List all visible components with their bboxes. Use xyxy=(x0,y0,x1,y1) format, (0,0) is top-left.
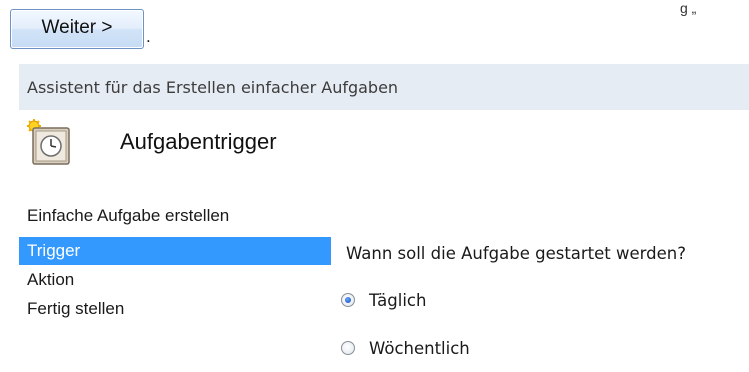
sidebar-item-trigger[interactable]: Trigger xyxy=(19,237,331,265)
trailing-period: . xyxy=(146,27,151,46)
radio-daily[interactable] xyxy=(341,293,355,307)
top-strip: Weiter > . g „ xyxy=(0,0,749,62)
option-weekly-label: Wöchentlich xyxy=(369,338,470,358)
radio-weekly[interactable] xyxy=(341,341,355,355)
clock-sun-icon xyxy=(27,116,77,168)
page-title: Aufgabentrigger xyxy=(120,129,277,154)
wizard-header: Aufgabentrigger xyxy=(19,110,749,202)
wizard-steps-sidebar: Einfache Aufgabe erstellen Trigger Aktio… xyxy=(19,202,331,372)
sidebar-item-action[interactable]: Aktion xyxy=(19,266,331,294)
wizard-window: Assistent für das Erstellen einfacher Au… xyxy=(19,64,749,372)
option-weekly[interactable]: Wöchentlich xyxy=(341,335,470,361)
trigger-question: Wann soll die Aufgabe gestartet werden? xyxy=(346,244,686,263)
window-title: Assistent für das Erstellen einfacher Au… xyxy=(19,64,749,110)
option-daily[interactable]: Täglich xyxy=(341,287,426,313)
sidebar-item-create-task[interactable]: Einfache Aufgabe erstellen xyxy=(19,202,331,230)
sidebar-item-finish[interactable]: Fertig stellen xyxy=(19,295,331,323)
option-daily-label: Täglich xyxy=(369,290,427,310)
clipped-text-fragment: g „ xyxy=(680,0,697,16)
next-button[interactable]: Weiter > xyxy=(10,9,144,49)
